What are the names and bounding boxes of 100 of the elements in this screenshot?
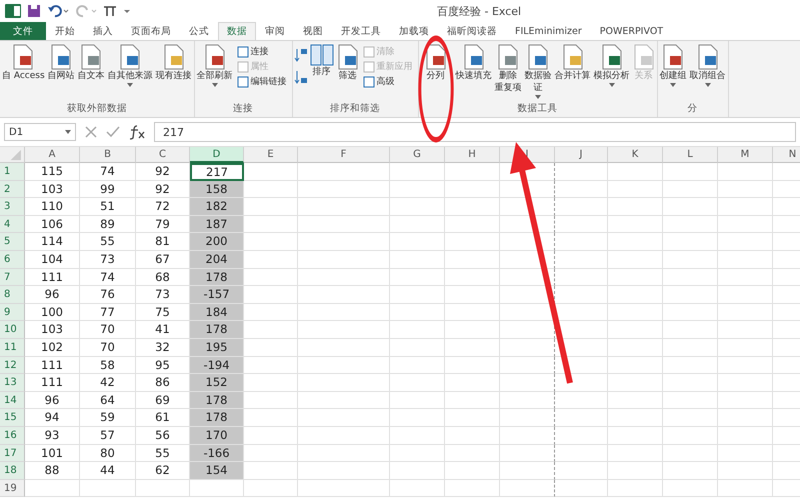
ribbon-button[interactable]: 高级 [360,75,415,88]
ribbon-tab[interactable]: 文件 [0,22,46,40]
row-header[interactable]: 17 [0,444,25,462]
column-header[interactable]: F [298,147,390,163]
function-icon[interactable] [128,124,146,140]
ribbon-button[interactable]: 数据验 证 [524,43,553,102]
ribbon-tab[interactable]: 视图 [294,22,332,40]
ribbon-button[interactable]: 取消组合 [688,43,727,102]
sort-ascending-icon[interactable] [294,47,308,63]
row-header[interactable]: 8 [0,286,25,304]
ribbon-tab[interactable]: 开始 [46,22,84,40]
table-cell [500,198,555,216]
row-header[interactable]: 9 [0,304,25,322]
ribbon-tab[interactable]: 页面布局 [122,22,180,40]
table-cell [718,321,773,339]
ribbon-button[interactable]: 筛选 [336,43,360,102]
table-cell [718,444,773,462]
ribbon-tab[interactable]: 数据 [218,22,256,40]
table-cell [445,304,500,322]
pi-icon[interactable] [103,4,117,18]
ribbon-button[interactable]: 自 Access [1,43,46,102]
column-header[interactable]: D [190,147,244,163]
column-header[interactable]: E [244,147,298,163]
save-icon[interactable] [27,4,41,18]
table-cell [718,426,773,444]
table-cell [718,462,773,480]
row-header[interactable]: 7 [0,268,25,286]
row-header[interactable]: 6 [0,250,25,269]
check-icon[interactable] [106,125,120,139]
caret-icon [670,83,676,87]
row-header[interactable]: 18 [0,462,25,480]
customize-toolbar-icon[interactable] [123,7,131,15]
ribbon-tab[interactable]: 开发工具 [332,22,390,40]
table-cell: 110 [25,198,80,216]
ribbon-tab[interactable]: 插入 [84,22,122,40]
ribbon-button[interactable]: 现有连接 [154,43,193,102]
column-header[interactable]: N [773,147,800,163]
row-header[interactable]: 2 [0,180,25,198]
table-cell: 115 [25,163,80,181]
ribbon-button[interactable]: 合并计算 [554,43,592,102]
table-cell [608,198,663,216]
group-label: 连接 [232,102,254,116]
formula-field[interactable]: 217 [154,122,796,142]
column-header[interactable]: A [25,147,80,163]
sort-descending-icon[interactable] [294,69,308,85]
row-header[interactable]: 1 [0,163,25,181]
table-cell [500,480,555,498]
row-header[interactable]: 5 [0,233,25,251]
table-cell [608,338,663,357]
table-cell: 64 [80,392,136,410]
ribbon-button[interactable]: 模拟分析 [592,43,631,102]
row-header[interactable]: 19 [0,480,25,498]
ribbon-button[interactable]: 排序 [308,43,335,102]
table-cell [445,163,500,181]
ribbon-tab[interactable]: 审阅 [256,22,294,40]
ribbon-button[interactable]: 全部刷新 [196,43,234,102]
document-icon [50,44,72,70]
column-header[interactable]: M [718,147,773,163]
ribbon-button[interactable]: 自其他来源 [106,43,154,102]
excel-logo-icon[interactable] [5,4,21,18]
column-header[interactable]: G [390,147,445,163]
ribbon-tab[interactable]: POWERPIVOT [590,22,672,40]
table-cell [663,304,718,322]
table-cell [445,409,500,427]
row-header[interactable]: 4 [0,216,25,234]
cancel-icon[interactable] [84,125,98,139]
table-cell [445,250,500,269]
ribbon-tab[interactable]: FILEminimizer [506,22,591,40]
row-header[interactable]: 13 [0,374,25,392]
name-box[interactable]: D1 [4,123,76,141]
ribbon-button[interactable]: 连接 [234,45,289,58]
column-header[interactable]: B [80,147,136,163]
ribbon-tab[interactable]: 加载项 [390,22,438,40]
ribbon-button[interactable]: 删除 重复项 [494,43,523,102]
column-header[interactable]: K [608,147,663,163]
ribbon-button[interactable]: 自网站 [46,43,76,102]
row-header[interactable]: 11 [0,338,25,357]
ribbon-button[interactable]: 快速填充 [454,43,493,102]
row-header[interactable]: 16 [0,426,25,444]
row-header[interactable]: 14 [0,392,25,410]
ribbon-button[interactable]: 自文本 [76,43,106,102]
row-header[interactable]: 15 [0,409,25,427]
ribbon-tab[interactable]: 福昕阅读器 [438,22,506,40]
ribbon-button[interactable]: 创建组 [658,43,688,102]
table-cell: 154 [190,462,244,480]
table-cell: 94 [25,409,80,427]
row-header[interactable]: 10 [0,321,25,339]
ribbon-tab[interactable]: 公式 [180,22,218,40]
table-cell: 70 [80,338,136,357]
table-cell: 217 [190,163,244,181]
row-header[interactable]: 3 [0,198,25,216]
ribbon-button[interactable]: 编辑链接 [234,75,289,88]
column-header[interactable]: H [445,147,500,163]
table-cell: 102 [25,338,80,357]
column-header[interactable]: L [663,147,718,163]
table-cell: 74 [80,163,136,181]
column-header[interactable]: C [136,147,190,163]
row-header[interactable]: 12 [0,356,25,374]
column-header[interactable]: J [555,147,608,163]
undo-icon[interactable] [47,4,69,18]
